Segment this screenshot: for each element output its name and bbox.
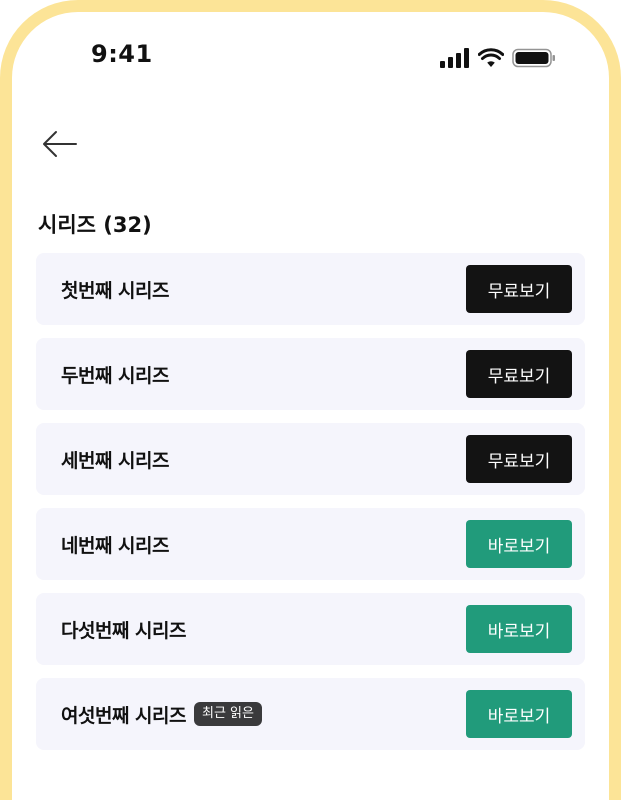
series-item-3[interactable]: 세번째 시리즈 무료보기 xyxy=(36,423,585,495)
series-list: 첫번째 시리즈 무료보기 두번째 시리즈 무료보기 세번째 시리즈 무료보기 네… xyxy=(36,253,585,763)
section-title: 시리즈 (32) xyxy=(38,213,152,237)
battery-icon xyxy=(512,48,555,68)
view-now-button[interactable]: 바로보기 xyxy=(466,520,572,568)
view-now-button[interactable]: 바로보기 xyxy=(466,690,572,738)
view-now-button[interactable]: 바로보기 xyxy=(466,605,572,653)
series-name: 두번째 시리즈 xyxy=(61,364,170,387)
cellular-signal-icon xyxy=(440,48,469,68)
series-name: 여섯번째 시리즈 xyxy=(61,704,186,727)
series-name: 첫번째 시리즈 xyxy=(61,279,170,302)
free-view-button[interactable]: 무료보기 xyxy=(466,265,572,313)
series-item-6[interactable]: 여섯번째 시리즈 최근 읽은 바로보기 xyxy=(36,678,585,750)
back-button[interactable] xyxy=(38,126,82,162)
status-icons xyxy=(440,48,556,68)
series-name: 세번째 시리즈 xyxy=(61,449,170,472)
series-item-4[interactable]: 네번째 시리즈 바로보기 xyxy=(36,508,585,580)
series-item-5[interactable]: 다섯번째 시리즈 바로보기 xyxy=(36,593,585,665)
series-name-wrap: 두번째 시리즈 xyxy=(61,338,170,410)
free-view-button[interactable]: 무료보기 xyxy=(466,435,572,483)
series-name: 다섯번째 시리즈 xyxy=(61,619,186,642)
series-name-wrap: 네번째 시리즈 xyxy=(61,508,170,580)
series-name-wrap: 세번째 시리즈 xyxy=(61,423,170,495)
status-time: 9:41 xyxy=(91,40,153,68)
wifi-icon xyxy=(478,48,504,67)
phone-screen: 9:41 시리즈 (32) 첫번째 시리즈 무료보기 두번째 시리즈 무료보기 … xyxy=(12,12,609,812)
device-frame: 9:41 시리즈 (32) 첫번째 시리즈 무료보기 두번째 시리즈 무료보기 … xyxy=(0,0,621,812)
free-view-button[interactable]: 무료보기 xyxy=(466,350,572,398)
recently-read-badge: 최근 읽은 xyxy=(193,702,262,726)
series-item-1[interactable]: 첫번째 시리즈 무료보기 xyxy=(36,253,585,325)
status-bar: 9:41 xyxy=(12,12,609,102)
series-name: 네번째 시리즈 xyxy=(61,534,170,557)
arrow-left-icon xyxy=(43,131,77,157)
series-name-wrap: 여섯번째 시리즈 최근 읽은 xyxy=(61,678,262,750)
series-item-2[interactable]: 두번째 시리즈 무료보기 xyxy=(36,338,585,410)
series-name-wrap: 다섯번째 시리즈 xyxy=(61,593,186,665)
series-name-wrap: 첫번째 시리즈 xyxy=(61,253,170,325)
